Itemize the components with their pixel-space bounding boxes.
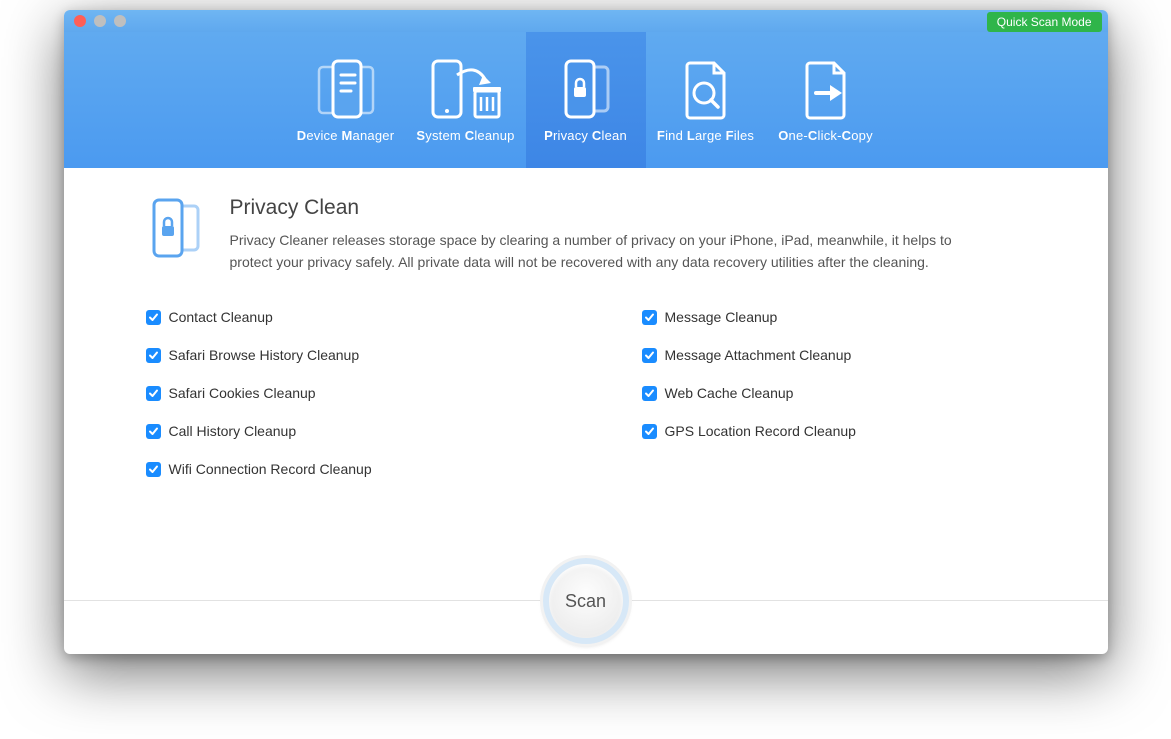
option-gps-record-cleanup[interactable]: GPS Location Record Cleanup [642, 423, 1038, 439]
page-description: Privacy Cleaner releases storage space b… [230, 230, 980, 273]
option-web-cache-cleanup[interactable]: Web Cache Cleanup [642, 385, 1038, 401]
privacy-clean-icon [526, 50, 646, 128]
option-safari-cookies-cleanup[interactable]: Safari Cookies Cleanup [146, 385, 542, 401]
option-label: Wifi Connection Record Cleanup [169, 461, 372, 477]
option-label: Call History Cleanup [169, 423, 297, 439]
titlebar: Quick Scan Mode [64, 10, 1108, 32]
find-large-files-icon [646, 50, 766, 128]
main-nav: Device Manager System Cleanup [64, 32, 1108, 168]
nav-label: Device Manager [286, 128, 406, 155]
option-call-history-cleanup[interactable]: Call History Cleanup [146, 423, 542, 439]
checkbox-icon [642, 348, 657, 363]
checkbox-icon [146, 310, 161, 325]
option-message-attachment-cleanup[interactable]: Message Attachment Cleanup [642, 347, 1038, 363]
scan-button[interactable]: Scan [543, 558, 629, 644]
checkbox-icon [146, 424, 161, 439]
nav-one-click-copy[interactable]: One-Click-Copy [766, 32, 886, 168]
option-label: Contact Cleanup [169, 309, 273, 325]
system-cleanup-icon [406, 50, 526, 128]
option-label: GPS Location Record Cleanup [665, 423, 856, 439]
one-click-copy-icon [766, 50, 886, 128]
content-area: Privacy Clean Privacy Cleaner releases s… [64, 168, 1108, 477]
checkbox-icon [146, 462, 161, 477]
option-contact-cleanup[interactable]: Contact Cleanup [146, 309, 542, 325]
checkbox-icon [642, 310, 657, 325]
nav-label: Find Large Files [646, 128, 766, 155]
option-label: Web Cache Cleanup [665, 385, 794, 401]
nav-label: System Cleanup [406, 128, 526, 155]
option-safari-history-cleanup[interactable]: Safari Browse History Cleanup [146, 347, 542, 363]
checkbox-icon [146, 386, 161, 401]
nav-label: Privacy Clean [526, 128, 646, 155]
privacy-clean-page-icon [146, 196, 206, 273]
nav-system-cleanup[interactable]: System Cleanup [406, 32, 526, 168]
cleanup-options: Contact Cleanup Safari Browse History Cl… [146, 309, 1038, 477]
checkbox-icon [642, 424, 657, 439]
option-label: Message Attachment Cleanup [665, 347, 852, 363]
window-minimize-button[interactable] [94, 15, 106, 27]
nav-device-manager[interactable]: Device Manager [286, 32, 406, 168]
nav-find-large-files[interactable]: Find Large Files [646, 32, 766, 168]
quick-scan-mode-badge[interactable]: Quick Scan Mode [987, 12, 1102, 32]
device-manager-icon [286, 50, 406, 128]
option-label: Safari Cookies Cleanup [169, 385, 316, 401]
option-wifi-record-cleanup[interactable]: Wifi Connection Record Cleanup [146, 461, 542, 477]
checkbox-icon [642, 386, 657, 401]
page-title: Privacy Clean [230, 196, 980, 220]
checkbox-icon [146, 348, 161, 363]
traffic-lights [74, 15, 126, 27]
option-label: Message Cleanup [665, 309, 778, 325]
window-zoom-button[interactable] [114, 15, 126, 27]
app-window: Quick Scan Mode Device Manager [64, 10, 1108, 654]
nav-privacy-clean[interactable]: Privacy Clean [526, 32, 646, 168]
nav-label: One-Click-Copy [766, 128, 886, 155]
option-message-cleanup[interactable]: Message Cleanup [642, 309, 1038, 325]
option-label: Safari Browse History Cleanup [169, 347, 360, 363]
window-close-button[interactable] [74, 15, 86, 27]
